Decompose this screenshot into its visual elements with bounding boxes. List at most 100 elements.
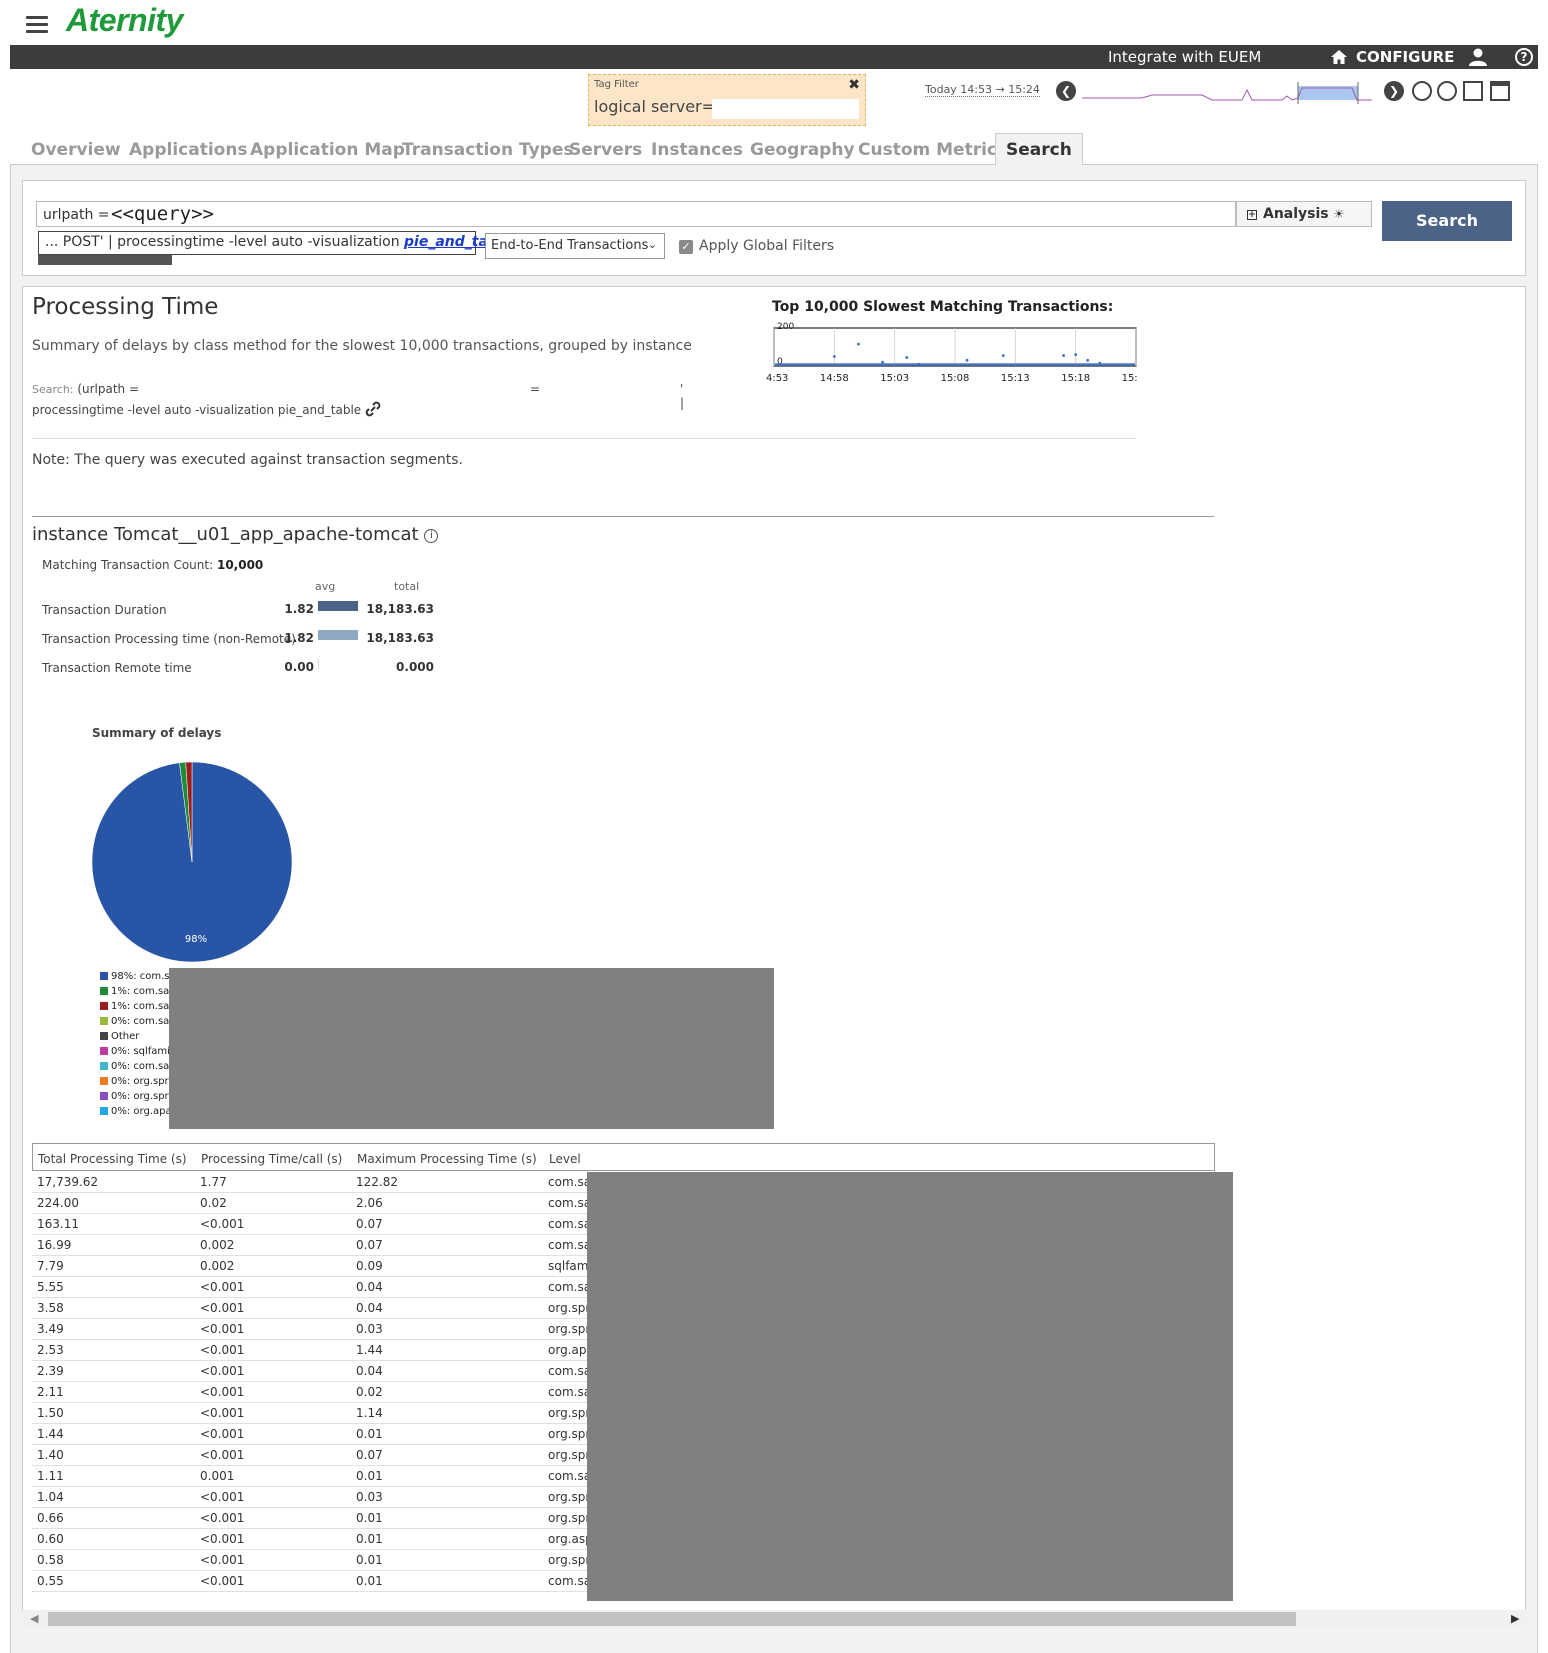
history-clock-icon[interactable] bbox=[1412, 81, 1432, 101]
scroll-right-icon[interactable]: ▶ bbox=[1511, 1612, 1519, 1625]
pie-chart-title: Summary of delays bbox=[92, 726, 222, 740]
tab-applications[interactable]: Applications bbox=[129, 134, 248, 160]
table-cell: com.sa bbox=[548, 1175, 592, 1189]
metric-total: 0.000 bbox=[396, 660, 434, 674]
legend-item[interactable]: 0%: org.apa bbox=[100, 1106, 173, 1121]
legend-item[interactable]: 98%: com.s bbox=[100, 971, 173, 986]
legend-label: 98%: com.s bbox=[111, 971, 170, 982]
data-point[interactable] bbox=[905, 356, 909, 359]
menu-icon[interactable] bbox=[26, 16, 48, 33]
table-cell: 2.11 bbox=[37, 1385, 64, 1399]
query-prefix: urlpath = bbox=[43, 207, 110, 223]
apply-global-filters-checkbox[interactable]: ✓ bbox=[679, 240, 693, 254]
table-cell: sqlfam bbox=[548, 1259, 589, 1273]
legend-item[interactable]: Other bbox=[100, 1031, 173, 1046]
chevron-right-icon[interactable]: ❯ bbox=[1384, 81, 1404, 101]
data-point[interactable] bbox=[1074, 353, 1078, 356]
info-icon[interactable]: i bbox=[424, 529, 439, 543]
legend-label: 1%: com.sa bbox=[111, 986, 170, 997]
configure-link[interactable]: CONFIGURE bbox=[1356, 48, 1454, 66]
tab-search[interactable]: Search bbox=[995, 133, 1083, 165]
table-cell: 3.49 bbox=[37, 1322, 64, 1336]
link-icon[interactable] bbox=[365, 401, 381, 417]
integrate-euem-link[interactable]: Integrate with EUEM bbox=[1108, 48, 1261, 66]
top-bar: Integrate with EUEM CONFIGURE ? bbox=[10, 45, 1538, 69]
legend-item[interactable]: 0%: com.sa bbox=[100, 1061, 173, 1076]
data-point[interactable] bbox=[1001, 354, 1005, 357]
table-cell: com.sa bbox=[548, 1469, 592, 1483]
scrollbar-thumb[interactable] bbox=[48, 1612, 1296, 1626]
table-cell: 0.01 bbox=[356, 1427, 383, 1441]
table-cell: 0.04 bbox=[356, 1280, 383, 1294]
legend-item[interactable]: 0%: com.sa bbox=[100, 1016, 173, 1031]
legend-item[interactable]: 0%: org.spr bbox=[100, 1091, 173, 1106]
transaction-type-value: End-to-End Transactions bbox=[491, 238, 649, 253]
data-point[interactable] bbox=[832, 355, 836, 358]
calendar-icon[interactable] bbox=[1463, 81, 1483, 101]
table-cell: 1.50 bbox=[37, 1406, 64, 1420]
table-cell: 0.01 bbox=[356, 1532, 383, 1546]
x-tick-label: 14:58 bbox=[820, 373, 849, 382]
legend-item[interactable]: 0%: sqlfamil bbox=[100, 1046, 173, 1061]
user-icon[interactable] bbox=[1468, 47, 1488, 67]
legend-item[interactable]: 0%: org.spr bbox=[100, 1076, 173, 1091]
metric-total: 18,183.63 bbox=[366, 602, 434, 616]
aternity-logo[interactable]: Aternity bbox=[66, 2, 183, 39]
tab-geography[interactable]: Geography bbox=[750, 134, 855, 160]
data-point[interactable] bbox=[965, 358, 969, 362]
table-cell: <0.001 bbox=[200, 1553, 245, 1567]
delays-pie-chart[interactable]: 98% bbox=[90, 760, 294, 964]
column-header[interactable]: Processing Time/call (s) bbox=[201, 1152, 342, 1166]
close-icon[interactable]: ✖ bbox=[848, 77, 860, 93]
tab-application-map[interactable]: Application Map bbox=[250, 134, 405, 160]
table-cell: 7.79 bbox=[37, 1259, 64, 1273]
search-button[interactable]: Search bbox=[1382, 201, 1512, 241]
time-sparkline[interactable] bbox=[1082, 78, 1372, 106]
table-cell: org.spr bbox=[548, 1553, 591, 1567]
slowest-transactions-chart[interactable]: 14:5314:5815:0315:0815:1315:1815:232000 bbox=[766, 320, 1138, 382]
table-cell: 0.04 bbox=[356, 1301, 383, 1315]
search-echo-eq: = bbox=[530, 382, 541, 396]
metric-label: Transaction Processing time (non-Remote) bbox=[42, 632, 296, 646]
time-range-label[interactable]: Today 14:53 → 15:24 bbox=[925, 83, 1040, 97]
scroll-left-icon[interactable]: ◀ bbox=[30, 1612, 38, 1625]
data-point[interactable] bbox=[857, 342, 860, 346]
table-cell: 16.99 bbox=[37, 1238, 72, 1252]
tab-servers[interactable]: Servers bbox=[569, 134, 642, 160]
column-header[interactable]: Maximum Processing Time (s) bbox=[357, 1152, 537, 1166]
clock-icon[interactable] bbox=[1437, 81, 1457, 101]
metric-label: Transaction Remote time bbox=[42, 661, 192, 675]
table-cell: 1.40 bbox=[37, 1448, 64, 1462]
transaction-type-select[interactable]: End-to-End Transactions ⌄ bbox=[485, 233, 665, 259]
data-point[interactable] bbox=[881, 360, 884, 364]
help-icon[interactable]: ? bbox=[1515, 48, 1533, 66]
legend-item[interactable]: 1%: com.sa bbox=[100, 1001, 173, 1016]
tab-transaction-types[interactable]: Transaction Types bbox=[402, 134, 574, 160]
legend-swatch bbox=[100, 1062, 108, 1070]
table-cell: <0.001 bbox=[200, 1385, 245, 1399]
column-header[interactable]: Total Processing Time (s) bbox=[38, 1152, 187, 1166]
data-point[interactable] bbox=[917, 362, 921, 366]
data-point[interactable] bbox=[1086, 358, 1090, 362]
tab-custom-metrics[interactable]: Custom Metrics bbox=[858, 134, 1007, 160]
tab-instances[interactable]: Instances bbox=[651, 134, 743, 160]
query-suggestion[interactable]: ... POST' | processingtime -level auto -… bbox=[38, 231, 512, 255]
home-icon[interactable] bbox=[1330, 48, 1348, 66]
table-cell: org.spr bbox=[548, 1448, 591, 1462]
table-cell: <0.001 bbox=[200, 1511, 245, 1525]
table-cell: 0.01 bbox=[356, 1469, 383, 1483]
column-header[interactable]: Level bbox=[549, 1152, 581, 1166]
analysis-button[interactable]: + Analysis ☀ bbox=[1236, 201, 1372, 227]
layout-icon[interactable] bbox=[1490, 81, 1510, 101]
tag-filter-value: logical server=... bbox=[594, 97, 731, 116]
data-point[interactable] bbox=[1062, 354, 1065, 357]
tab-overview[interactable]: Overview bbox=[31, 134, 121, 160]
search-query-input[interactable]: urlpath = <<query>> bbox=[36, 201, 1236, 227]
tag-filter-input[interactable] bbox=[712, 99, 859, 119]
chevron-left-icon[interactable]: ❮ bbox=[1056, 81, 1076, 101]
table-cell: com.sa bbox=[548, 1217, 592, 1231]
tag-filter[interactable]: Tag Filter ✖ logical server=... bbox=[588, 74, 866, 126]
table-header: Total Processing Time (s) Processing Tim… bbox=[32, 1143, 1215, 1171]
data-point[interactable] bbox=[1098, 361, 1102, 365]
legend-item[interactable]: 1%: com.sa bbox=[100, 986, 173, 1001]
